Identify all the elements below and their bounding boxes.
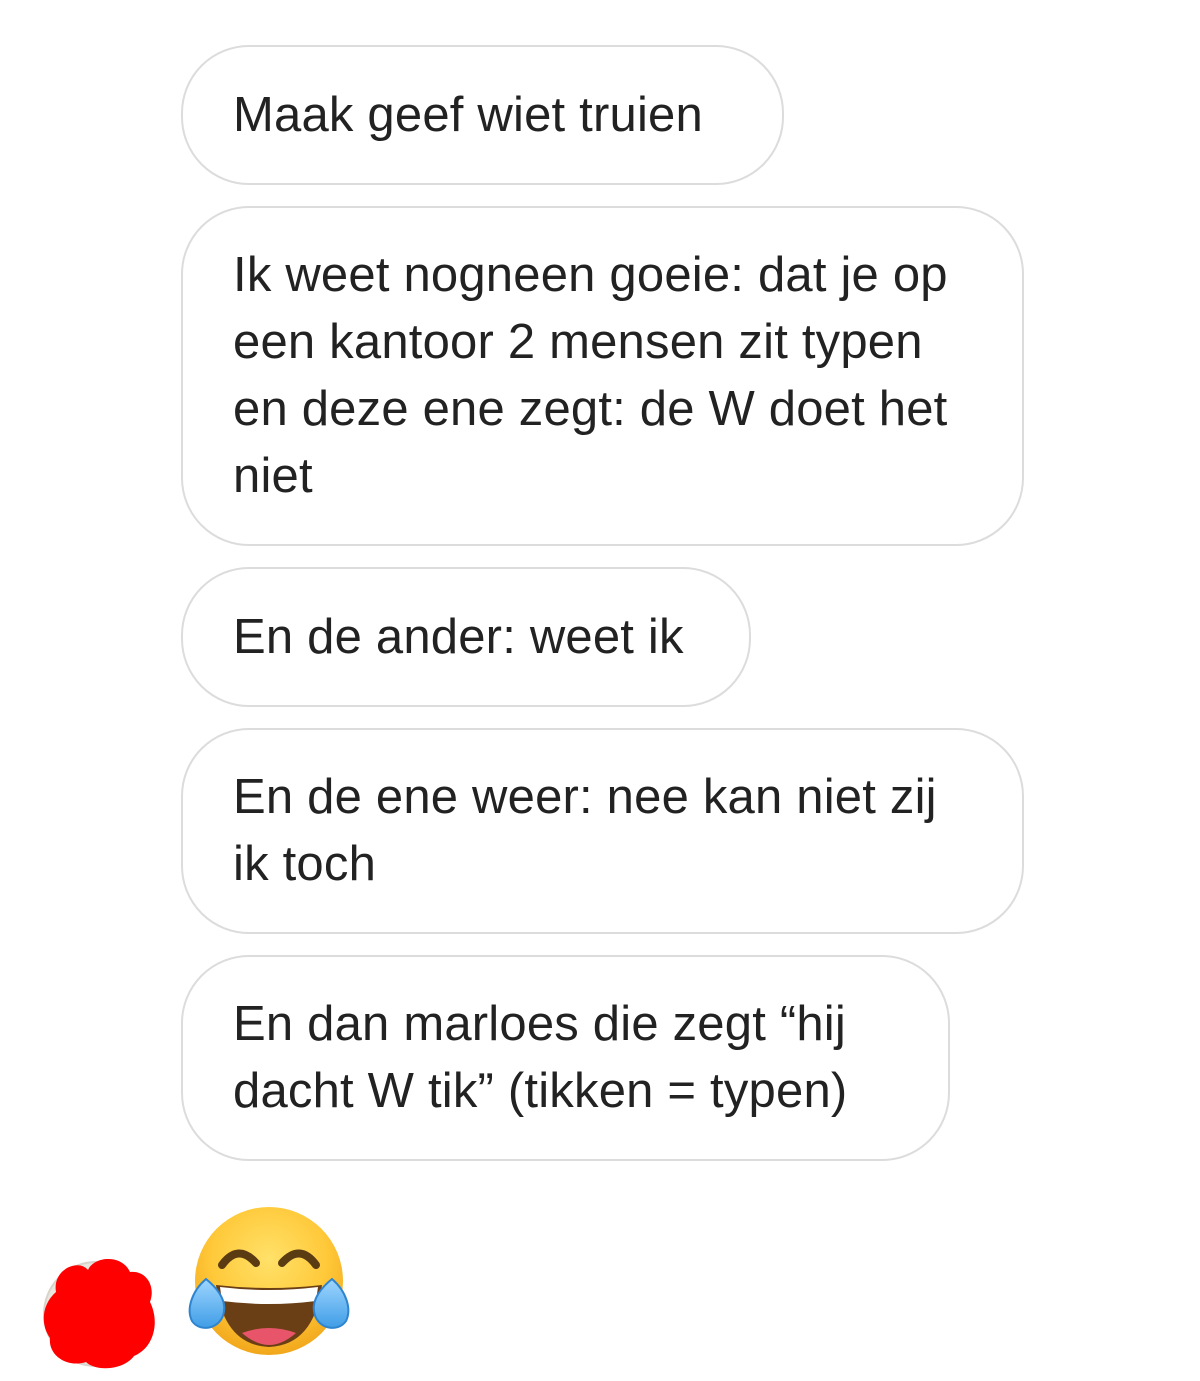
message-bubble[interactable]: En de ander: weet ik [181,567,751,707]
message-text: En dan marloes die zegt “hij dacht W tik… [233,997,848,1118]
message-text: Maak geef wiet truien [233,87,703,142]
message-thread: Maak geef wiet truien Ik weet nogneen go… [0,0,1200,1381]
message-bubble[interactable]: Maak geef wiet truien [181,45,784,185]
message-bubble[interactable]: Ik weet nogneen goeie: dat je op een kan… [181,206,1024,546]
sender-avatar[interactable] [38,1252,156,1370]
message-text: En de ene weer: nee kan niet zij ik toch [233,770,937,891]
message-bubble[interactable]: En de ene weer: nee kan niet zij ik toch [181,728,1024,934]
message-bubble[interactable]: En dan marloes die zegt “hij dacht W tik… [181,955,950,1161]
redacted-avatar-icon [43,1259,155,1369]
face-with-tears-of-joy-emoji [186,1205,352,1361]
message-text: En de ander: weet ik [233,609,684,664]
message-text: Ik weet nogneen goeie: dat je op een kan… [233,248,948,503]
